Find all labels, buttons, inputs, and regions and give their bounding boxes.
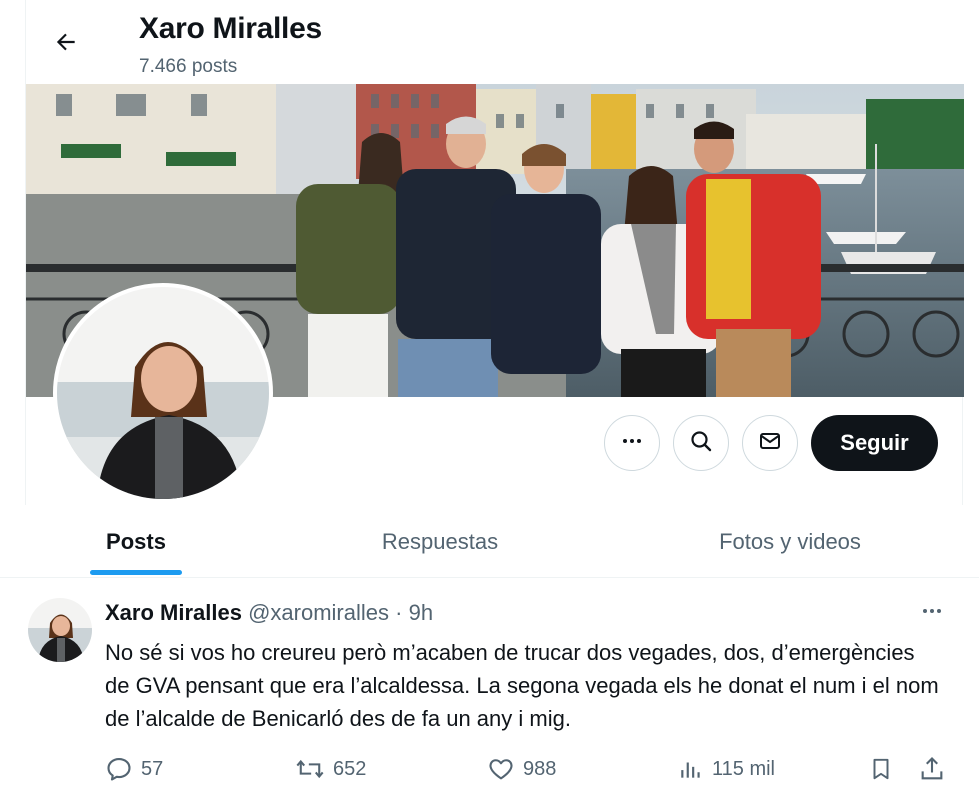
active-tab-indicator (90, 570, 182, 575)
bookmark-icon (868, 755, 894, 783)
reply-icon (105, 755, 133, 783)
post-more-button[interactable] (912, 598, 952, 628)
like-count: 988 (523, 757, 557, 780)
profile-avatar[interactable] (53, 283, 273, 503)
back-button[interactable] (48, 26, 84, 62)
more-dots-icon (920, 599, 944, 628)
profile-title: Xaro Miralles (139, 12, 322, 45)
tab-respuestas[interactable]: Respuestas (355, 505, 525, 578)
post-item[interactable]: Xaro Miralles @xaromiralles · 9h No sé s… (0, 578, 979, 800)
views-chart-icon (678, 756, 704, 782)
more-options-button[interactable] (604, 415, 660, 471)
like-button[interactable]: 988 (487, 754, 556, 784)
views-count: 115 mil (712, 757, 775, 780)
profile-tabs: Posts Respuestas Fotos y videos (0, 505, 979, 578)
bookmark-button[interactable] (868, 754, 894, 784)
post-author-name[interactable]: Xaro Miralles (105, 600, 242, 625)
post-separator: · (395, 600, 403, 625)
post-author-avatar[interactable] (28, 598, 92, 662)
more-dots-icon (620, 429, 644, 458)
post-timestamp[interactable]: 9h (409, 600, 433, 625)
mail-icon (758, 429, 782, 458)
profile-header-frame: Xaro Miralles 7.466 posts Seguir (25, 0, 964, 505)
post-header: Xaro Miralles @xaromiralles · 9h (105, 600, 433, 626)
share-icon (918, 755, 946, 783)
message-button[interactable] (742, 415, 798, 471)
post-text: No sé si vos ho creureu però m’acaben de… (105, 640, 939, 731)
tab-posts[interactable]: Posts (90, 505, 182, 578)
repost-button[interactable]: 652 (295, 754, 366, 784)
arrow-left-icon (53, 29, 79, 60)
follow-button[interactable]: Seguir (811, 415, 938, 471)
reply-button[interactable]: 57 (105, 754, 163, 784)
search-icon (689, 429, 713, 458)
repost-count: 652 (333, 757, 367, 780)
repost-icon (295, 755, 325, 783)
share-button[interactable] (918, 754, 946, 784)
search-button[interactable] (673, 415, 729, 471)
views-button[interactable]: 115 mil (678, 754, 775, 784)
tab-fotos-videos[interactable]: Fotos y videos (690, 505, 890, 578)
posts-count: 7.466 posts (139, 56, 238, 77)
post-author-handle[interactable]: @xaromiralles (248, 600, 389, 625)
heart-icon (487, 755, 515, 783)
reply-count: 57 (141, 757, 164, 780)
top-bar: Xaro Miralles 7.466 posts (26, 0, 964, 84)
